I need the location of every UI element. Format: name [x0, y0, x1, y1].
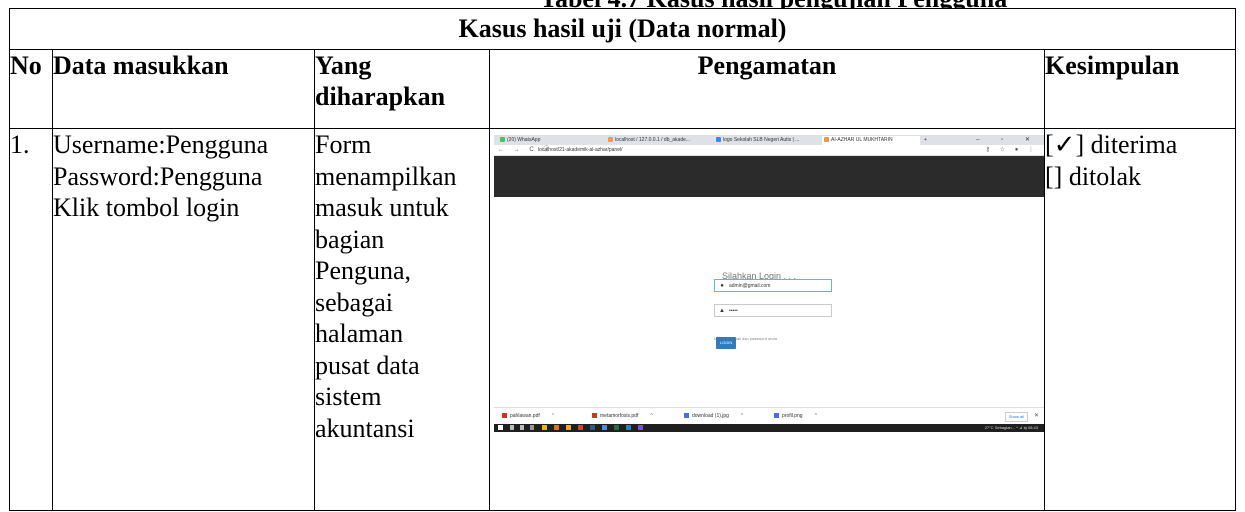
expected-line: Penguna,	[315, 256, 412, 285]
explorer-icon[interactable]	[542, 425, 547, 430]
search-icon[interactable]	[510, 425, 514, 430]
download-item[interactable]: pahlawan.pdf ^	[502, 408, 554, 425]
address-bar-actions-icon[interactable]: ⚷ ☆ ● ⋮	[986, 145, 1038, 155]
start-icon[interactable]	[498, 425, 503, 430]
url-field[interactable]: localhost/21-akademik-al-azhar/panel/	[538, 146, 968, 154]
clipped-top-heading: Tabel 4.7 Kasus hasil pengujian Pengguna	[0, 0, 1245, 8]
address-bar: ← → C ⓘ localhost/21-akademik-al-azhar/p…	[494, 145, 1044, 156]
expected-line: sistem	[315, 382, 382, 411]
google-icon	[716, 137, 721, 143]
table-title: Kasus hasil uji (Data normal)	[8, 8, 1237, 50]
pdf-icon	[592, 413, 597, 419]
expected-line: bagian	[315, 224, 385, 254]
windows-taskbar: 27°C Sebagian... ^ ⊿ ◂) 08.43	[494, 424, 1044, 432]
expected-line: pusat data	[315, 350, 420, 380]
whatsapp-icon	[500, 137, 505, 143]
download-item[interactable]: download (1).jpg ^	[684, 408, 743, 425]
lock-icon: ▲	[719, 308, 725, 314]
new-tab-button[interactable]: +	[922, 136, 934, 145]
row-conclusion: [✓] diterima [] ditolak	[1043, 128, 1237, 511]
table-title-row: Kasus hasil uji (Data normal)	[8, 8, 1237, 50]
pdf-icon	[502, 413, 507, 419]
system-tray[interactable]: 27°C Sebagian... ^ ⊿ ◂) 08.43	[985, 424, 1038, 432]
app-icon[interactable]	[602, 425, 607, 430]
task-view-icon[interactable]	[520, 425, 524, 430]
header-input: Data masukkan	[52, 49, 315, 129]
excel-icon[interactable]	[614, 425, 619, 430]
email-field[interactable]: ● admin@gmail.com	[714, 279, 832, 292]
header-expected-line1: Yang	[315, 51, 372, 80]
test-case-table: Kasus hasil uji (Data normal) No Data ma…	[8, 8, 1237, 511]
header-conclusion: Kesimpulan	[1043, 49, 1237, 129]
download-item[interactable]: profil.png ^	[774, 408, 817, 425]
chevron-up-icon[interactable]: ^	[741, 413, 743, 419]
app-icon[interactable]	[638, 425, 643, 430]
image-file-icon	[684, 413, 689, 419]
user-icon: ●	[720, 283, 724, 289]
close-icon[interactable]: ✕	[1034, 408, 1039, 425]
row-no: 1.	[9, 128, 53, 511]
login-button[interactable]: LOGIN	[716, 337, 736, 349]
site-header-bar	[494, 156, 1044, 197]
expected-line: masuk untuk	[315, 193, 449, 222]
expected-line: halaman	[315, 319, 404, 348]
header-no: No	[9, 49, 53, 129]
chrome-icon[interactable]	[566, 425, 571, 430]
window-controls[interactable]: – ▫ ✕	[976, 135, 1040, 145]
input-line-action: Klik tombol login	[53, 193, 240, 222]
word-icon[interactable]	[590, 425, 595, 430]
image-file-icon	[774, 413, 779, 419]
widgets-icon[interactable]	[530, 425, 534, 430]
app-icon[interactable]	[578, 425, 583, 430]
conclusion-accepted: [✓] diterima	[1045, 130, 1178, 159]
header-observation: Pengamatan	[489, 49, 1045, 129]
show-all-button[interactable]: Show all	[1004, 412, 1028, 422]
browser-tab[interactable]: logo Sekolah SLB Negeri Autis | ...	[714, 136, 821, 145]
expected-line: Form	[315, 130, 372, 159]
password-field[interactable]: ▲ •••••	[714, 304, 832, 317]
browser-tab[interactable]: (20) WhatsApp	[498, 136, 605, 145]
input-line-password: Password:Pengguna	[53, 161, 263, 191]
firefox-icon[interactable]	[554, 425, 559, 430]
row-expected: Form menampilkan masuk untuk bagian Peng…	[314, 128, 490, 511]
browser-tab-active[interactable]: AI-AZHAR UL MUKHTARIN	[822, 136, 920, 145]
header-expected: Yang diharapkan	[314, 49, 490, 129]
expected-line: menampilkan	[315, 161, 457, 191]
clipped-heading-text: Tabel 4.7 Kasus hasil pengujian Pengguna	[540, 0, 1007, 8]
row-input: Username:Pengguna Password:Pengguna Klik…	[52, 128, 315, 511]
chevron-up-icon[interactable]: ^	[650, 413, 652, 419]
input-line-username: Username:Pengguna	[53, 130, 269, 159]
email-value: admin@gmail.com	[729, 283, 771, 289]
table-header-row: No Data masukkan Yang diharapkan Pengama…	[9, 49, 1237, 129]
table-row: 1. Username:Pengguna Password:Pengguna K…	[9, 128, 1237, 511]
app-icon[interactable]	[626, 425, 631, 430]
chevron-up-icon[interactable]: ^	[552, 413, 554, 419]
password-value: •••••	[729, 308, 738, 314]
phpmyadmin-icon	[608, 137, 613, 143]
expected-line: sebagai	[315, 287, 393, 317]
browser-tab-bar: (20) WhatsApp localhost / 127.0.0.1 / db…	[494, 135, 1044, 145]
browser-tab[interactable]: localhost / 127.0.0.1 / db_akade...	[606, 136, 713, 145]
download-item[interactable]: metamorfosis.pdf ^	[592, 408, 653, 425]
header-expected-line2: diharapkan	[315, 82, 446, 111]
row-observation: (20) WhatsApp localhost / 127.0.0.1 / db…	[489, 128, 1045, 511]
chevron-up-icon[interactable]: ^	[815, 413, 817, 419]
expected-line: akuntansi	[315, 413, 415, 443]
conclusion-rejected: [] ditolak	[1045, 161, 1142, 191]
login-page-screenshot: (20) WhatsApp localhost / 127.0.0.1 / db…	[494, 135, 1044, 441]
downloads-bar: pahlawan.pdf ^ metamorfosis.pdf ^ download…	[494, 407, 1044, 425]
site-icon	[824, 137, 829, 143]
